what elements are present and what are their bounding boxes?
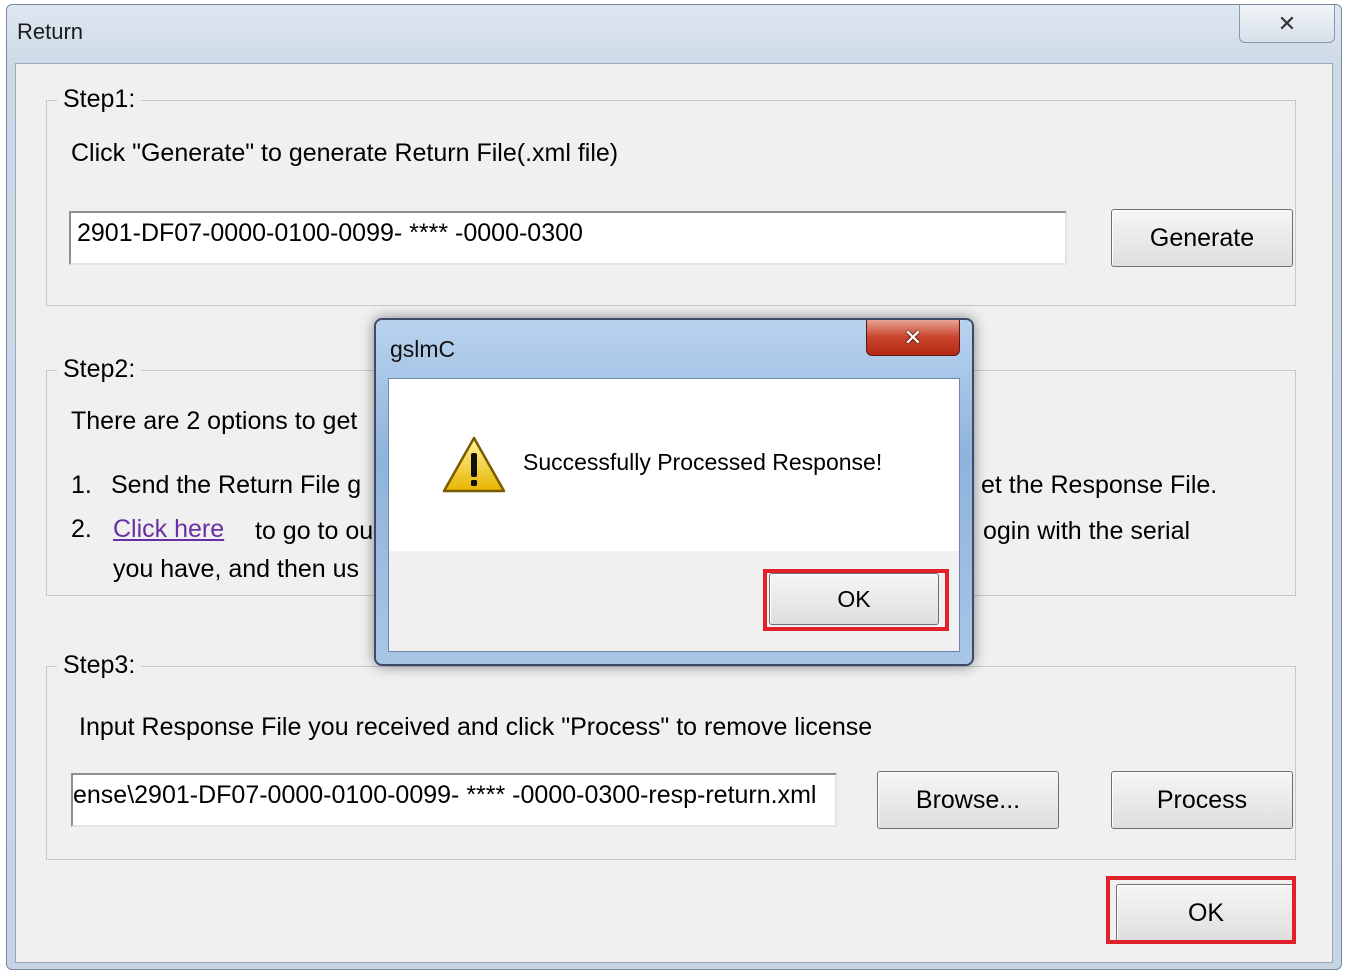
window-title: Return [17, 19, 84, 44]
step2-item1-number: 1. [71, 471, 92, 499]
step1-legend: Step1: [57, 85, 142, 114]
step1-file-field[interactable]: 2901-DF07-0000-0100-0099- **** -0000-030… [69, 211, 1067, 265]
click-here-link[interactable]: Click here [113, 515, 224, 544]
dialog-close-button[interactable]: ✕ [866, 320, 960, 356]
step2-item2-number: 2. [71, 515, 92, 543]
ok-button[interactable]: OK [1116, 884, 1296, 942]
dialog-body: Successfully Processed Response! OK [388, 378, 960, 652]
dialog-message: Successfully Processed Response! [523, 449, 883, 475]
close-icon: ✕ [903, 324, 923, 350]
step2-item2-text: to go to ou [255, 517, 374, 545]
dialog-title: gslmC [390, 336, 456, 362]
step1-group: Step1: Click "Generate" to generate Retu… [46, 85, 1296, 306]
step1-instruction: Click "Generate" to generate Return File… [71, 139, 619, 167]
dialog-ok-button[interactable]: OK [769, 573, 939, 625]
message-dialog: gslmC ✕ Successfully Processed Response!… [374, 318, 974, 666]
step2-item2-tail: ogin with the serial [983, 517, 1191, 545]
step2-item1-text: Send the Return File g [111, 471, 362, 499]
step2-legend: Step2: [57, 355, 142, 384]
browse-button[interactable]: Browse... [877, 771, 1059, 829]
step3-instruction: Input Response File you received and cli… [79, 713, 873, 741]
window-close-button[interactable]: ✕ [1239, 5, 1335, 43]
process-button[interactable]: Process [1111, 771, 1293, 829]
step2-item1-tail: et the Response File. [981, 471, 1218, 499]
warning-icon [442, 436, 506, 493]
step3-group: Step3: Input Response File you received … [46, 651, 1296, 860]
close-icon: ✕ [1277, 10, 1297, 36]
step2-intro: There are 2 options to get [71, 407, 358, 435]
dialog-message-area: Successfully Processed Response! [389, 379, 959, 551]
step3-legend: Step3: [57, 651, 142, 680]
step2-item2-line2: you have, and then us [113, 555, 360, 583]
generate-button[interactable]: Generate [1111, 209, 1293, 267]
step3-file-field[interactable]: ense\2901-DF07-0000-0100-0099- **** -000… [71, 773, 837, 827]
